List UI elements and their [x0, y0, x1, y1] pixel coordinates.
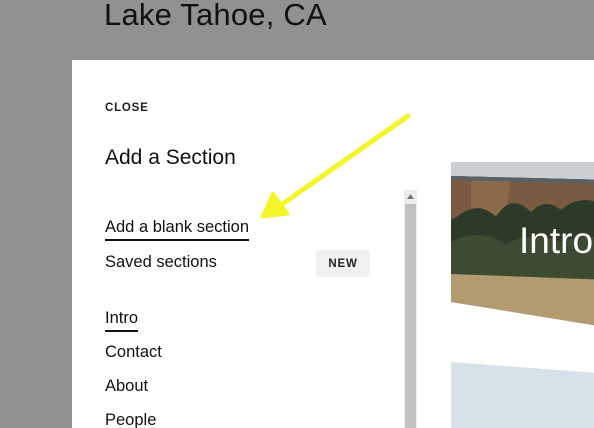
panel-heading: Add a Section	[105, 146, 236, 169]
background-page-title: Lake Tahoe, CA	[104, 0, 327, 32]
preview-title-intro: Intro	[519, 220, 594, 261]
close-button[interactable]: CLOSE	[105, 102, 149, 114]
section-preview-next[interactable]	[451, 362, 594, 428]
triangle-up-icon[interactable]	[404, 190, 417, 203]
section-item-people[interactable]: People	[105, 411, 156, 428]
section-item-about[interactable]: About	[105, 377, 148, 396]
scroll-thumb[interactable]	[405, 204, 416, 428]
section-preview-intro[interactable]: Intro	[451, 162, 594, 328]
section-item-intro[interactable]: Intro	[105, 309, 139, 332]
sky-image	[451, 362, 594, 428]
new-badge: NEW	[316, 250, 370, 277]
saved-sections-link[interactable]: Saved sections	[105, 253, 217, 272]
section-item-contact[interactable]: Contact	[105, 343, 162, 362]
add-section-panel: CLOSE Add a Section Add a blank section …	[72, 60, 594, 428]
scrollbar[interactable]	[404, 190, 417, 428]
add-blank-section-link[interactable]: Add a blank section	[105, 218, 250, 241]
